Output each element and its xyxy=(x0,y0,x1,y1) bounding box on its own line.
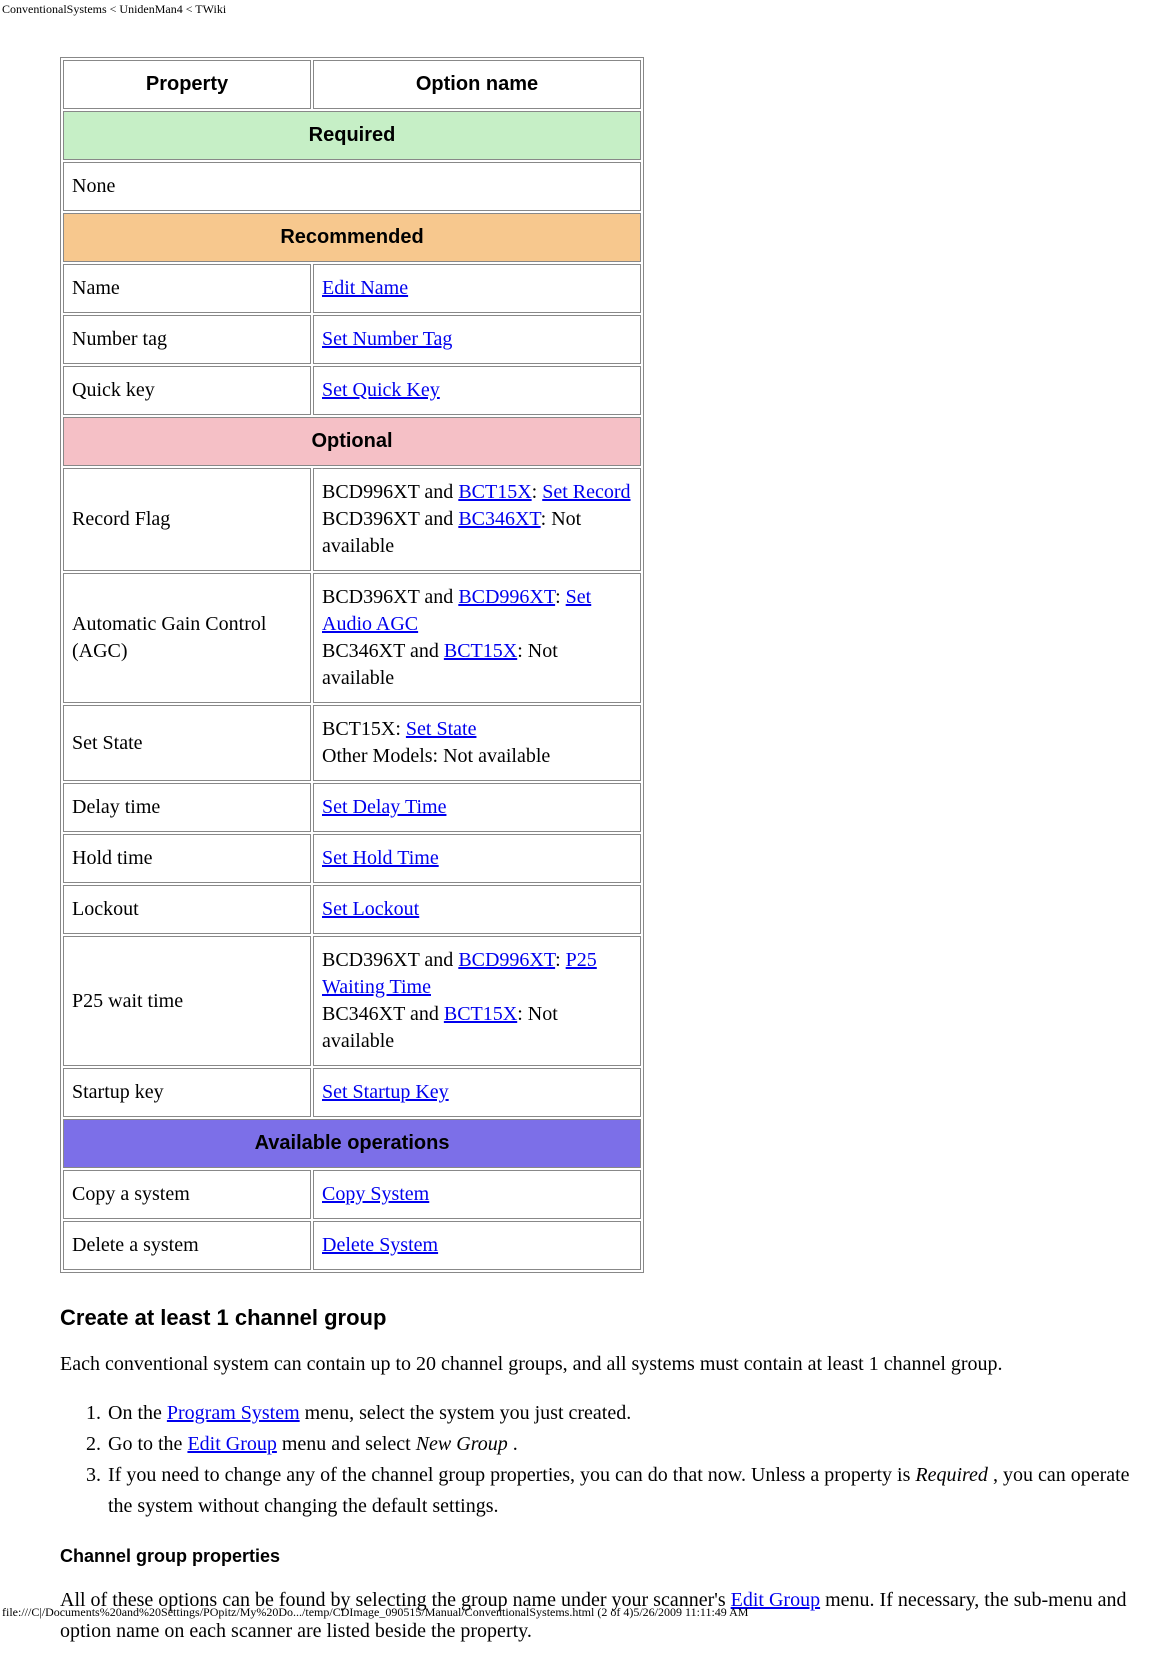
section-recommended: Recommended xyxy=(63,213,641,262)
prop-label: Startup key xyxy=(63,1068,311,1117)
table-row: Record Flag BCD996XT and BCT15X: Set Rec… xyxy=(63,468,641,571)
section-heading: Create at least 1 channel group xyxy=(60,1305,1157,1331)
prop-label: Name xyxy=(63,264,311,313)
table-row: Lockout Set Lockout xyxy=(63,885,641,934)
table-row: Delay time Set Delay Time xyxy=(63,783,641,832)
table-row: Set State BCT15X: Set State Other Models… xyxy=(63,705,641,781)
emphasis: Required xyxy=(915,1464,988,1486)
prop-label: Number tag xyxy=(63,315,311,364)
prop-label: Record Flag xyxy=(63,468,311,571)
list-item: On the Program System menu, select the s… xyxy=(106,1398,1157,1429)
option-cell: BCD396XT and BCD996XT: Set Audio AGC BC3… xyxy=(313,573,641,703)
set-state-link[interactable]: Set State xyxy=(406,718,477,740)
section-operations: Available operations xyxy=(63,1119,641,1168)
prop-label: Lockout xyxy=(63,885,311,934)
table-row: Name Edit Name xyxy=(63,264,641,313)
prop-label: Delay time xyxy=(63,783,311,832)
table-row: Hold time Set Hold Time xyxy=(63,834,641,883)
bc346xt-link[interactable]: BC346XT xyxy=(458,508,540,530)
prop-label: Set State xyxy=(63,705,311,781)
bct15x-link[interactable]: BCT15X xyxy=(444,1003,517,1025)
text: menu and select xyxy=(277,1433,416,1455)
table-row: Number tag Set Number Tag xyxy=(63,315,641,364)
option-cell: BCD996XT and BCT15X: Set Record BCD396XT… xyxy=(313,468,641,571)
list-item: If you need to change any of the channel… xyxy=(106,1460,1157,1522)
text: BCD396XT and xyxy=(322,586,458,608)
set-lockout-link[interactable]: Set Lockout xyxy=(322,898,419,920)
set-quick-key-link[interactable]: Set Quick Key xyxy=(322,379,440,401)
bct15x-link[interactable]: BCT15X xyxy=(458,481,531,503)
text: BCD396XT and xyxy=(322,508,458,530)
bcd996xt-link[interactable]: BCD996XT xyxy=(458,586,555,608)
table-row: Quick key Set Quick Key xyxy=(63,366,641,415)
text: BCD996XT and xyxy=(322,481,458,503)
text: menu, select the system you just created… xyxy=(300,1402,632,1424)
prop-label: P25 wait time xyxy=(63,936,311,1066)
section-required: Required xyxy=(63,111,641,160)
set-startup-key-link[interactable]: Set Startup Key xyxy=(322,1081,449,1103)
set-hold-time-link[interactable]: Set Hold Time xyxy=(322,847,439,869)
section-optional: Optional xyxy=(63,417,641,466)
col-property-header: Property xyxy=(63,60,311,109)
breadcrumb: ConventionalSystems < UnidenMan4 < TWiki xyxy=(0,0,1157,17)
text: : xyxy=(555,586,566,608)
text: BCD396XT and xyxy=(322,949,458,971)
subsection-heading: Channel group properties xyxy=(60,1546,1157,1567)
text: . xyxy=(508,1433,518,1455)
bct15x-link[interactable]: BCT15X xyxy=(444,640,517,662)
text: BC346XT and xyxy=(322,640,444,662)
table-row: P25 wait time BCD396XT and BCD996XT: P25… xyxy=(63,936,641,1066)
prop-label: Quick key xyxy=(63,366,311,415)
bcd996xt-link[interactable]: BCD996XT xyxy=(458,949,555,971)
edit-name-link[interactable]: Edit Name xyxy=(322,277,408,299)
prop-label: Delete a system xyxy=(63,1221,311,1270)
copy-system-link[interactable]: Copy System xyxy=(322,1183,429,1205)
option-cell: BCD396XT and BCD996XT: P25 Waiting Time … xyxy=(313,936,641,1066)
prop-label: Hold time xyxy=(63,834,311,883)
text: If you need to change any of the channel… xyxy=(108,1464,915,1486)
list-item: Go to the Edit Group menu and select New… xyxy=(106,1429,1157,1460)
text: : xyxy=(532,481,543,503)
prop-label: Automatic Gain Control (AGC) xyxy=(63,573,311,703)
text: BCT15X: xyxy=(322,718,406,740)
text: Go to the xyxy=(108,1433,187,1455)
required-none-cell: None xyxy=(63,162,641,211)
program-system-link[interactable]: Program System xyxy=(167,1402,300,1424)
text: On the xyxy=(108,1402,167,1424)
set-record-link[interactable]: Set Record xyxy=(542,481,630,503)
table-row: Delete a system Delete System xyxy=(63,1221,641,1270)
edit-group-link[interactable]: Edit Group xyxy=(187,1433,276,1455)
prop-label: Copy a system xyxy=(63,1170,311,1219)
properties-table: Property Option name Required None Recom… xyxy=(60,57,644,1273)
text: BC346XT and xyxy=(322,1003,444,1025)
delete-system-link[interactable]: Delete System xyxy=(322,1234,438,1256)
page-content: Property Option name Required None Recom… xyxy=(0,17,1157,1647)
set-number-tag-link[interactable]: Set Number Tag xyxy=(322,328,452,350)
footer-path: file:///C|/Documents%20and%20Settings/PO… xyxy=(2,1605,748,1620)
table-row: Copy a system Copy System xyxy=(63,1170,641,1219)
steps-list: On the Program System menu, select the s… xyxy=(60,1398,1157,1522)
text: : xyxy=(555,949,566,971)
table-row: Automatic Gain Control (AGC) BCD396XT an… xyxy=(63,573,641,703)
option-cell: BCT15X: Set State Other Models: Not avai… xyxy=(313,705,641,781)
text: Other Models: Not available xyxy=(322,745,550,767)
emphasis: New Group xyxy=(416,1433,508,1455)
set-delay-time-link[interactable]: Set Delay Time xyxy=(322,796,446,818)
col-option-header: Option name xyxy=(313,60,641,109)
paragraph: Each conventional system can contain up … xyxy=(60,1349,1157,1380)
table-row: Startup key Set Startup Key xyxy=(63,1068,641,1117)
